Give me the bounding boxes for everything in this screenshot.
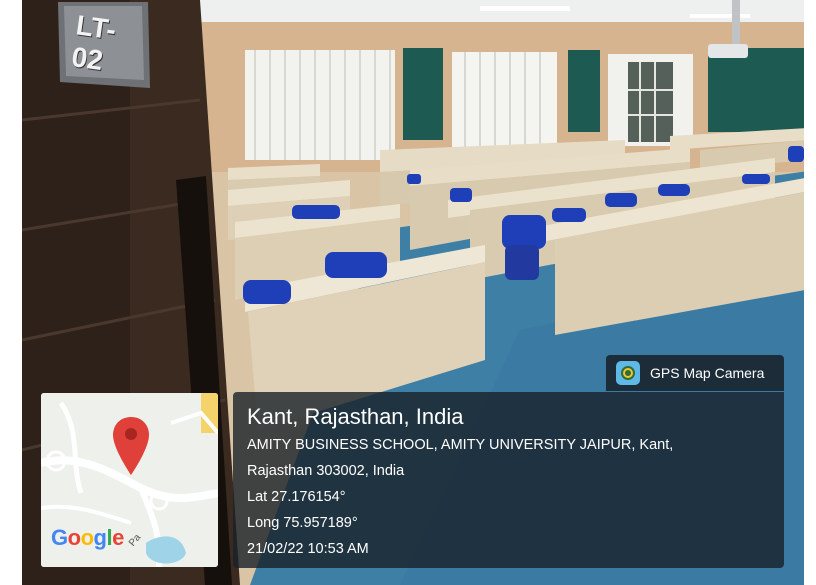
longitude: Long 75.957189° xyxy=(247,515,358,531)
map-pin-icon xyxy=(113,417,149,475)
google-logo: Google xyxy=(51,525,124,550)
room-sign: LT-02 xyxy=(70,9,148,78)
gps-map-camera-badge: GPS Map Camera xyxy=(606,355,784,391)
badge-label: GPS Map Camera xyxy=(650,365,765,381)
map-thumbnail: Google Pa xyxy=(41,393,218,567)
gps-map-camera-icon xyxy=(616,361,640,385)
address-line-1: AMITY BUSINESS SCHOOL, AMITY UNIVERSITY … xyxy=(247,437,674,453)
location-title: Kant, Rajasthan, India xyxy=(247,404,464,429)
datetime: 21/02/22 10:53 AM xyxy=(247,541,369,557)
room-sign-text: LT-02 xyxy=(69,9,119,77)
location-info-panel: Kant, Rajasthan, India AMITY BUSINESS SC… xyxy=(233,392,784,568)
latitude: Lat 27.176154° xyxy=(247,489,346,505)
address-line-2: Rajasthan 303002, India xyxy=(247,463,405,479)
